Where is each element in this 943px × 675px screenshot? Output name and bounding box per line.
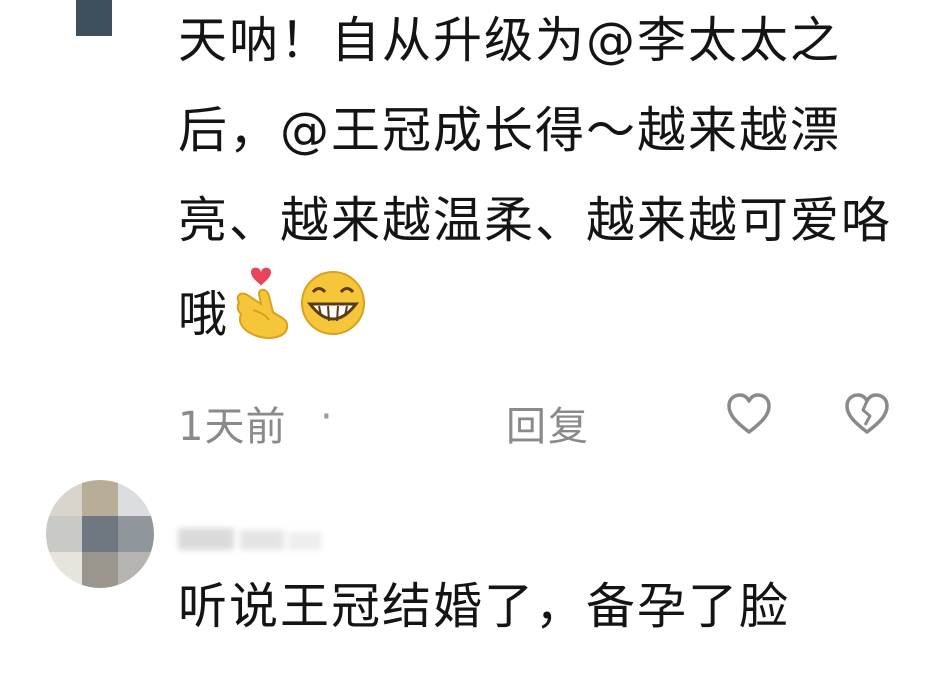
comment-body: 听说王冠结婚了，备孕了脸	[178, 578, 791, 635]
broken-heart-icon[interactable]	[844, 392, 890, 446]
avatar-pixel	[46, 480, 82, 516]
avatar-pixel	[118, 516, 154, 552]
grinning-face-emoji	[297, 270, 369, 365]
avatar-pixel	[82, 552, 118, 588]
comment-time: 1天前	[178, 404, 287, 450]
username-redacted	[178, 522, 328, 552]
avatar-pixel	[82, 480, 118, 516]
avatar-fragment-top[interactable]	[76, 0, 112, 36]
finger-heart-emoji	[231, 266, 291, 369]
avatar-pixel	[46, 552, 82, 588]
reply-button[interactable]: 回复	[506, 394, 590, 452]
meta-separator: ·	[320, 394, 333, 440]
avatar-pixel	[76, 0, 112, 36]
avatar-pixel	[118, 480, 154, 516]
avatar-pixel	[46, 516, 82, 552]
like-heart-icon[interactable]	[726, 392, 772, 446]
comment-text: 听说王冠结婚了，备孕了脸	[178, 562, 898, 652]
avatar-pixel	[82, 516, 118, 552]
comment-text: 天呐！自从升级为@李太太之后，@王冠成长得～越来越漂亮、越来越温柔、越来越可爱咯…	[178, 0, 898, 369]
comment-meta-row: 1天前 · 回复	[178, 388, 908, 450]
avatar[interactable]	[46, 480, 154, 588]
avatar-pixel	[118, 552, 154, 588]
